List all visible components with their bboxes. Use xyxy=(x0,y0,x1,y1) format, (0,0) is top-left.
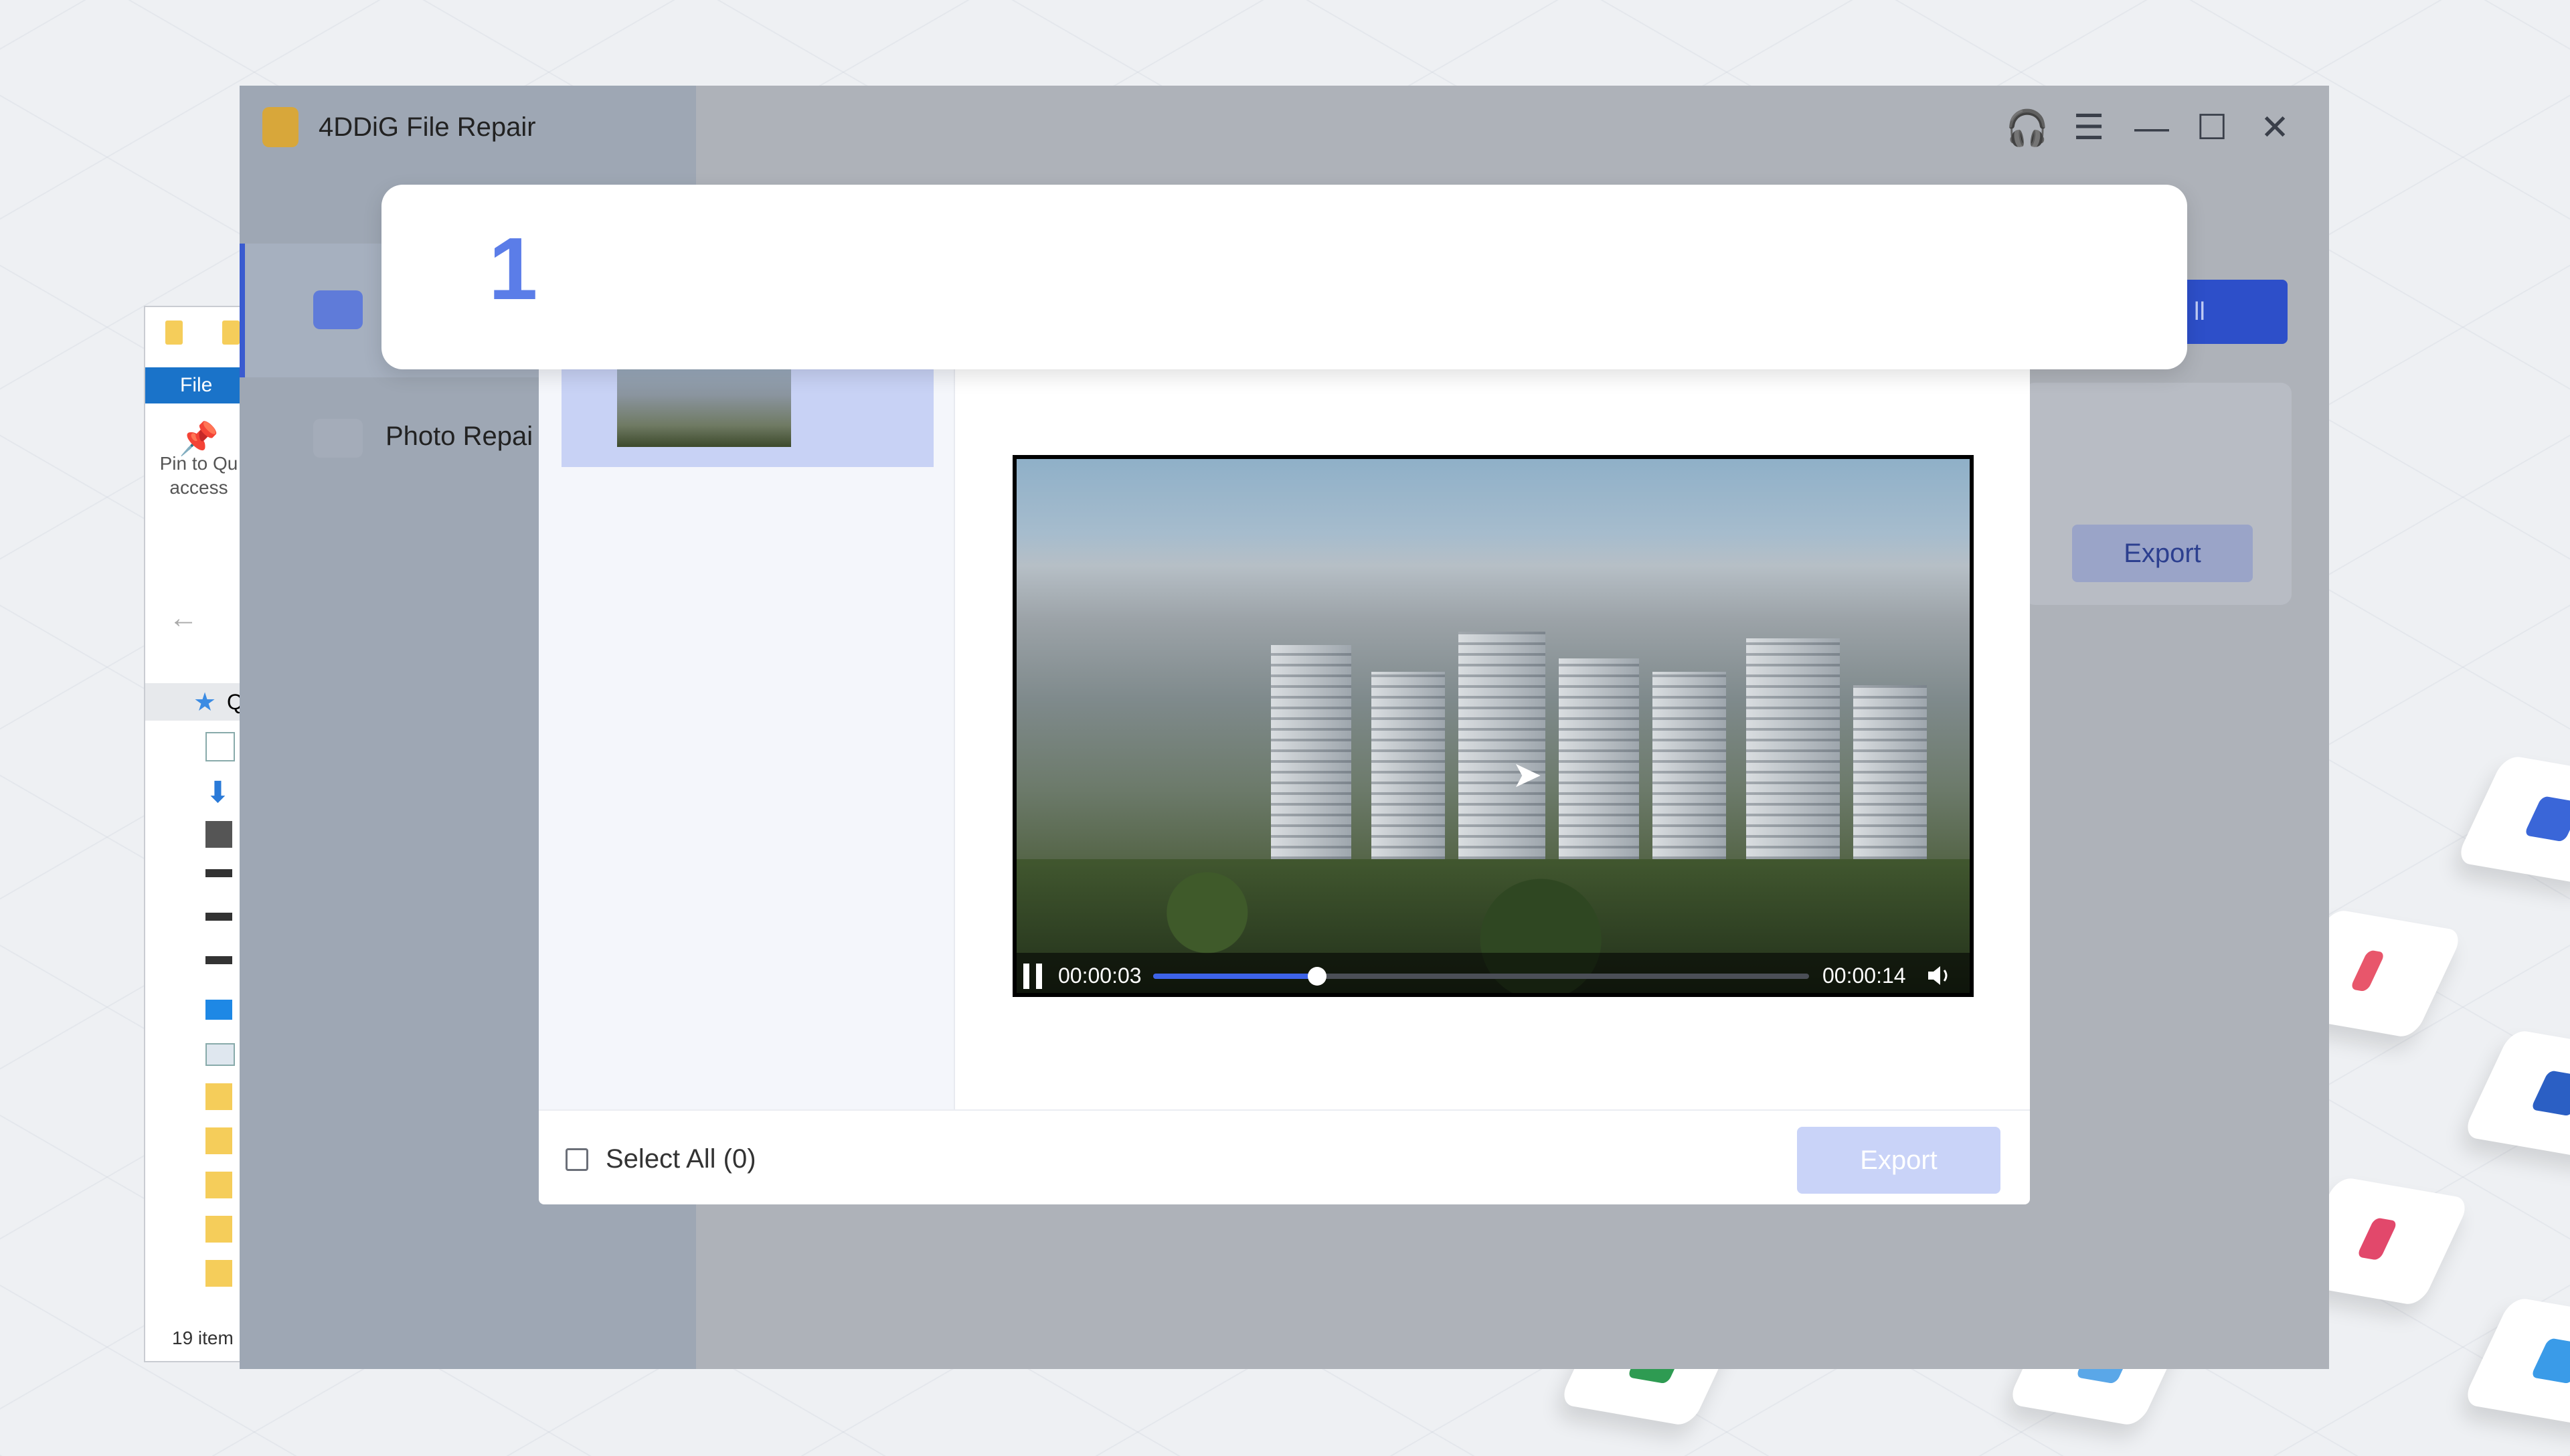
video-player[interactable]: ➤ 00:00:03 00:00:14 xyxy=(1013,455,1974,997)
folder-icon[interactable] xyxy=(205,1260,232,1287)
seek-progress xyxy=(1153,974,1317,979)
star-icon: ★ xyxy=(193,689,217,717)
folder-icon[interactable] xyxy=(165,321,183,345)
folder-icon[interactable] xyxy=(222,321,240,345)
folder-icon[interactable] xyxy=(205,1216,232,1243)
dialog-footer: Select All (0) Export xyxy=(539,1109,2030,1204)
mouse-cursor-icon: ➤ xyxy=(1512,755,1543,795)
pictures-icon[interactable] xyxy=(205,1043,235,1066)
drive-icon[interactable] xyxy=(205,956,232,964)
video-frame[interactable]: ➤ xyxy=(1017,459,1970,993)
pin-label: Pin to Qu access xyxy=(159,453,238,498)
photo-repair-icon xyxy=(313,419,363,458)
folder-icon[interactable] xyxy=(205,1083,232,1110)
close-icon[interactable]: ✕ xyxy=(2251,104,2298,151)
video-repair-icon xyxy=(313,290,363,329)
list-item[interactable] xyxy=(562,361,934,467)
video-folder-icon[interactable] xyxy=(205,821,232,848)
select-all-label[interactable]: Select All (0) xyxy=(606,1144,756,1174)
headset-support-icon[interactable]: 🎧 xyxy=(2004,104,2051,151)
background-export-button[interactable]: Export xyxy=(2072,525,2253,582)
pin-to-quick-access[interactable]: 📌 Pin to Qu access xyxy=(145,422,252,500)
repair-all-button[interactable]: ll xyxy=(2174,280,2288,344)
select-all-checkbox[interactable] xyxy=(566,1148,588,1171)
menu-icon[interactable]: ☰ xyxy=(2065,104,2112,151)
volume-icon[interactable] xyxy=(1927,964,1954,988)
seek-handle[interactable] xyxy=(1308,967,1326,986)
preview-dialog: ➤ 00:00:03 00:00:14 Select All (0) Expor… xyxy=(539,361,2030,1204)
minimize-icon[interactable]: — xyxy=(2128,104,2175,151)
total-time: 00:00:14 xyxy=(1822,964,1906,988)
pause-icon[interactable] xyxy=(1023,964,1042,989)
player-controls: 00:00:03 00:00:14 xyxy=(1013,953,1974,997)
drive-icon[interactable] xyxy=(205,869,232,877)
sidebar-item-label: Photo Repai xyxy=(386,422,533,451)
export-button[interactable]: Export xyxy=(1797,1127,2000,1194)
folder-icon[interactable] xyxy=(205,1172,232,1198)
download-icon[interactable]: ⬇ xyxy=(205,776,232,809)
document-icon[interactable] xyxy=(205,732,235,761)
explorer-file-tab[interactable]: File xyxy=(145,367,252,403)
folder-icon[interactable] xyxy=(205,1127,232,1154)
quick-access-row[interactable]: ★ Q xyxy=(145,683,252,721)
video-thumbnail[interactable] xyxy=(617,361,791,447)
item-count: 19 item xyxy=(172,1328,234,1348)
current-time: 00:00:03 xyxy=(1058,964,1142,988)
step-number: 1 xyxy=(489,219,538,318)
maximize-icon[interactable]: ☐ xyxy=(2189,104,2235,151)
seek-bar[interactable] xyxy=(1153,967,1809,986)
pin-icon: 📌 xyxy=(179,422,219,457)
drive-icon[interactable] xyxy=(205,913,232,921)
explorer-quick-toolbar xyxy=(145,307,252,368)
repaired-file-list xyxy=(539,361,955,1109)
app-title: 4DDiG File Repair xyxy=(319,112,536,142)
file-explorer-window: File 📌 Pin to Qu access ← ★ Q ⬇ 19 item xyxy=(144,306,254,1362)
step-banner: 1 xyxy=(381,185,2187,369)
app-logo xyxy=(262,107,298,147)
desktop-icon[interactable] xyxy=(205,1000,232,1020)
back-arrow-icon[interactable]: ← xyxy=(169,602,198,635)
